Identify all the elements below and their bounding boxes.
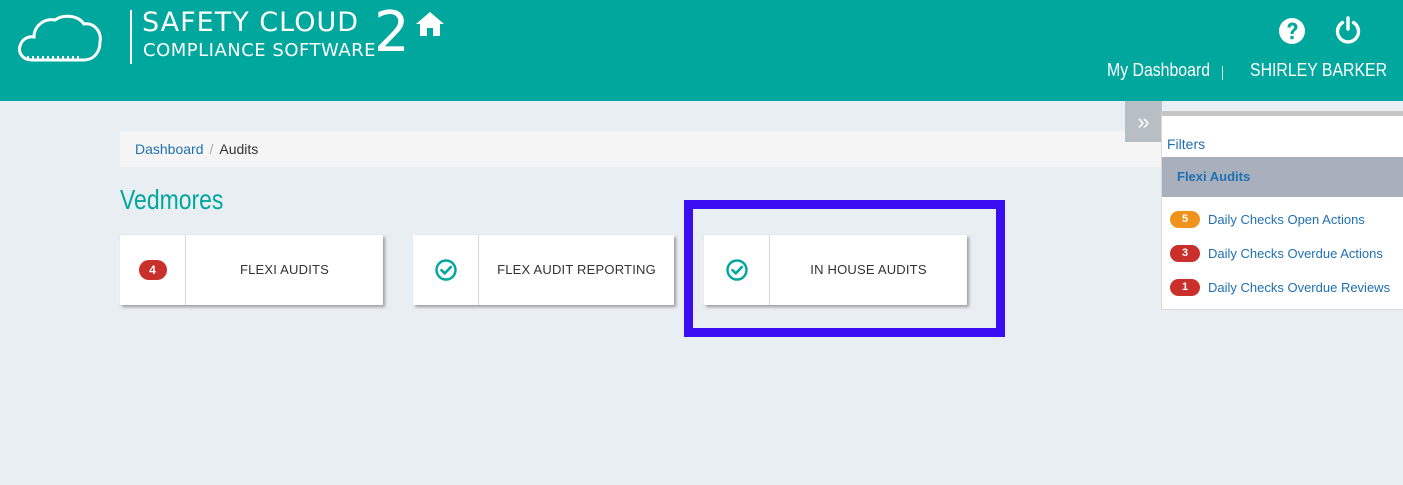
power-icon[interactable]	[1334, 16, 1362, 44]
breadcrumb: Dashboard / Audits	[120, 131, 1162, 167]
help-icon[interactable]	[1278, 17, 1306, 45]
tile-label: FLEXI AUDITS	[239, 262, 330, 277]
filters-panel: Filters Flexi Audits 5 Daily Checks Open…	[1161, 111, 1403, 310]
app-header: SAFETY CLOUD COMPLIANCE SOFTWARE 2 My Da…	[0, 0, 1403, 101]
filter-count-badge: 5	[1170, 210, 1200, 228]
breadcrumb-dashboard[interactable]: Dashboard	[135, 141, 204, 157]
logo-divider	[130, 10, 132, 64]
filter-item-label: Daily Checks Overdue Reviews	[1208, 279, 1391, 295]
tile-in-house-audits[interactable]: IN HOUSE AUDITS	[704, 235, 967, 305]
logo-title: SAFETY CLOUD	[142, 7, 360, 38]
filter-item-open-actions[interactable]: 5 Daily Checks Open Actions	[1170, 209, 1365, 229]
filter-item-label: Daily Checks Overdue Actions	[1208, 245, 1383, 261]
filter-item-label: Daily Checks Open Actions	[1208, 211, 1365, 227]
breadcrumb-audits: Audits	[219, 141, 259, 157]
cloud-logo-icon	[18, 14, 102, 62]
filters-toggle-button[interactable]: »	[1125, 101, 1162, 142]
flexi-audits-count-badge: 4	[138, 260, 167, 280]
filter-item-overdue-actions[interactable]: 3 Daily Checks Overdue Actions	[1170, 243, 1383, 263]
tile-icon-cell	[704, 235, 770, 305]
logo-subtitle: COMPLIANCE SOFTWARE	[143, 40, 377, 61]
user-name[interactable]: SHIRLEY BARKER	[1250, 60, 1387, 81]
tile-label: FLEX AUDIT REPORTING	[497, 262, 656, 277]
tile-flexi-audits[interactable]: 4 FLEXI AUDITS	[120, 235, 383, 305]
check-circle-icon	[725, 259, 748, 281]
logo-number: 2	[374, 0, 410, 65]
filters-group-flexi-audits[interactable]: Flexi Audits	[1162, 157, 1403, 197]
tile-label: IN HOUSE AUDITS	[810, 262, 927, 277]
tile-icon-cell: 4	[120, 235, 186, 305]
filter-item-overdue-reviews[interactable]: 1 Daily Checks Overdue Reviews	[1170, 277, 1390, 297]
logo[interactable]: SAFETY CLOUD COMPLIANCE SOFTWARE 2	[18, 0, 458, 68]
filter-count-badge: 3	[1170, 244, 1200, 262]
tile-flex-audit-reporting[interactable]: FLEX AUDIT REPORTING	[413, 235, 674, 305]
filters-link[interactable]: Filters	[1167, 136, 1205, 152]
tile-icon-cell	[413, 235, 479, 305]
nav-separator	[1222, 66, 1223, 80]
home-icon[interactable]	[415, 10, 445, 38]
my-dashboard-link[interactable]: My Dashboard	[1107, 60, 1210, 81]
page-title: Vedmores	[120, 184, 224, 215]
check-circle-icon	[434, 259, 457, 281]
filter-count-badge: 1	[1170, 278, 1200, 296]
breadcrumb-separator: /	[209, 141, 214, 157]
